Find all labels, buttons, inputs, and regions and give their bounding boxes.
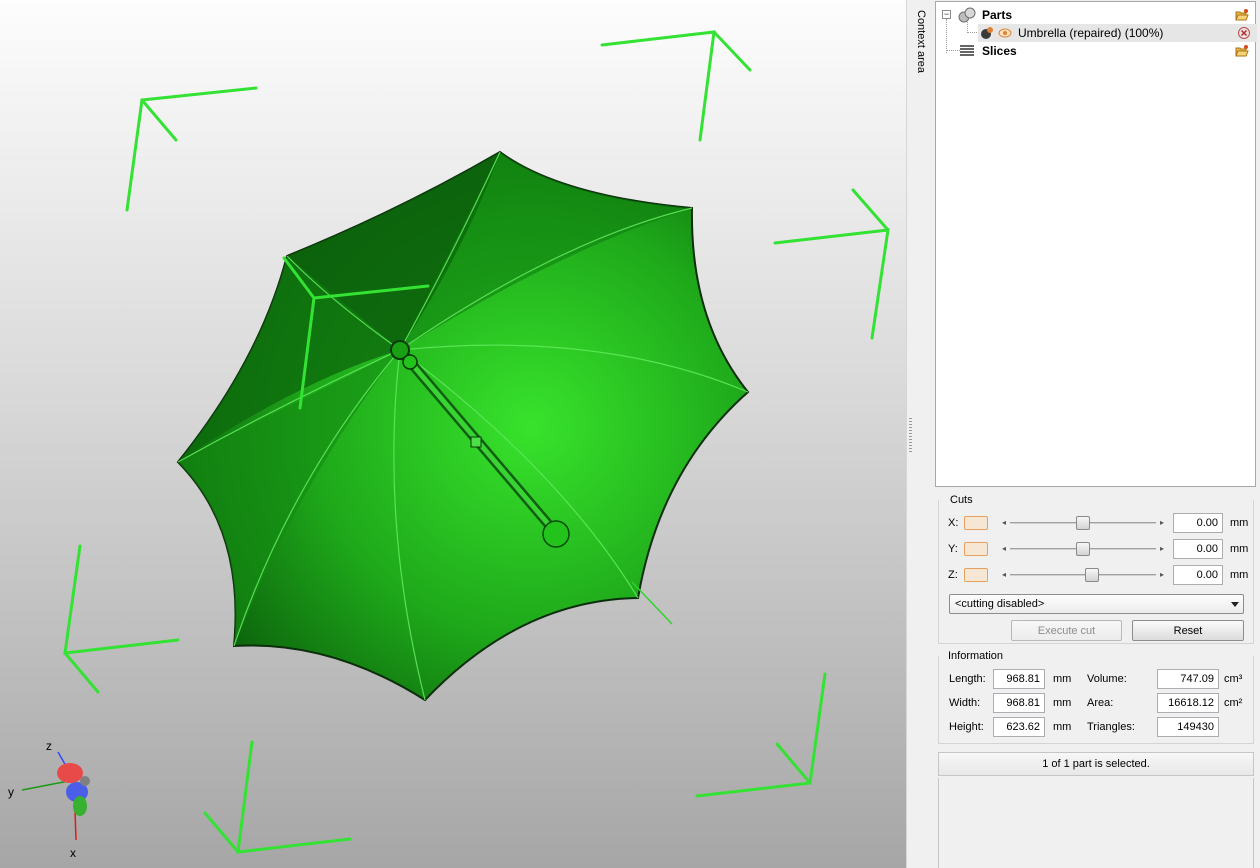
- cut-y-label: Y:: [948, 543, 958, 555]
- cut-x-unit: mm: [1230, 517, 1249, 529]
- width-value: 968.81: [993, 693, 1045, 713]
- splitter-handle[interactable]: [909, 418, 912, 452]
- information-group-title: Information: [946, 650, 1006, 662]
- execute-cut-button[interactable]: Execute cut: [1011, 620, 1122, 641]
- parts-icon: [958, 7, 976, 23]
- height-label: Height:: [949, 721, 984, 733]
- cut-z-unit: mm: [1230, 569, 1249, 581]
- cut-mode-select[interactable]: <cutting disabled>: [949, 594, 1244, 614]
- cut-z-color-toggle[interactable]: [964, 568, 988, 582]
- area-value: 16618.12: [1157, 693, 1219, 713]
- cut-y-value-field[interactable]: 0.00: [1173, 539, 1223, 559]
- open-folder-icon[interactable]: [1235, 8, 1249, 22]
- cut-y-color-toggle[interactable]: [964, 542, 988, 556]
- tree-item-umbrella-label: Umbrella (repaired) (100%): [1018, 26, 1164, 40]
- cut-x-label: X:: [948, 517, 959, 529]
- cut-z-slider-thumb[interactable]: [1085, 568, 1099, 582]
- cut-z-label: Z:: [948, 569, 958, 581]
- part-object-icon: [981, 27, 993, 39]
- cuts-group-title: Cuts: [948, 494, 975, 506]
- tree-item-slices-label: Slices: [982, 44, 1017, 58]
- cut-z-slider[interactable]: ◂ ▸: [1000, 568, 1166, 582]
- umbrella-model[interactable]: [176, 150, 750, 702]
- 3d-viewport[interactable]: z y x: [0, 0, 906, 868]
- tree-connector: [946, 19, 947, 53]
- axis-label-z: z: [46, 739, 52, 753]
- axis-label-x: x: [70, 846, 76, 860]
- tree-item-parts-label: Parts: [982, 8, 1013, 22]
- cut-y-slider-thumb[interactable]: [1076, 542, 1090, 556]
- volume-label: Volume:: [1087, 673, 1127, 685]
- reset-button[interactable]: Reset: [1132, 620, 1244, 641]
- length-label: Length:: [949, 673, 986, 685]
- triangles-label: Triangles:: [1087, 721, 1135, 733]
- cut-y-slider[interactable]: ◂ ▸: [1000, 542, 1166, 556]
- slices-icon: [960, 45, 974, 56]
- cut-x-color-toggle[interactable]: [964, 516, 988, 530]
- scene-canvas[interactable]: z y x: [0, 0, 906, 868]
- tree-item-parts[interactable]: Parts: [958, 6, 1255, 24]
- length-value: 968.81: [993, 669, 1045, 689]
- context-area-label: Context area: [915, 10, 927, 73]
- parts-collapse-toggle[interactable]: −: [942, 10, 951, 19]
- triangles-value: 149430: [1157, 717, 1219, 737]
- context-area-strip[interactable]: Context area: [906, 0, 934, 868]
- length-unit: mm: [1053, 673, 1072, 685]
- cut-x-slider[interactable]: ◂ ▸: [1000, 516, 1166, 530]
- visibility-eye-icon[interactable]: [998, 26, 1012, 40]
- area-unit: cm²: [1224, 697, 1243, 709]
- cut-x-value-field[interactable]: 0.00: [1173, 513, 1223, 533]
- open-folder-icon[interactable]: [1235, 44, 1249, 58]
- width-unit: mm: [1053, 697, 1072, 709]
- remove-part-icon[interactable]: [1237, 26, 1251, 40]
- right-panel: − Parts Umbrella (repaired) (100%) Slice…: [934, 0, 1260, 868]
- volume-value: 747.09: [1157, 669, 1219, 689]
- parts-tree[interactable]: − Parts Umbrella (repaired) (100%) Slice…: [935, 1, 1257, 487]
- axis-label-y: y: [8, 785, 14, 799]
- height-unit: mm: [1053, 721, 1072, 733]
- height-value: 623.62: [993, 717, 1045, 737]
- cut-y-unit: mm: [1230, 543, 1249, 555]
- width-label: Width:: [949, 697, 981, 709]
- chevron-down-icon: [1231, 602, 1239, 607]
- selection-status: 1 of 1 part is selected.: [938, 752, 1254, 776]
- tree-item-slices[interactable]: Slices: [958, 42, 1255, 60]
- status-area: [938, 778, 1254, 868]
- axis-gizmo: [21, 751, 90, 841]
- tree-item-umbrella[interactable]: Umbrella (repaired) (100%): [978, 24, 1257, 42]
- cut-mode-value: <cutting disabled>: [955, 598, 1045, 610]
- area-label: Area:: [1087, 697, 1114, 709]
- cut-x-slider-thumb[interactable]: [1076, 516, 1090, 530]
- volume-unit: cm³: [1224, 673, 1243, 685]
- cut-z-value-field[interactable]: 0.00: [1173, 565, 1223, 585]
